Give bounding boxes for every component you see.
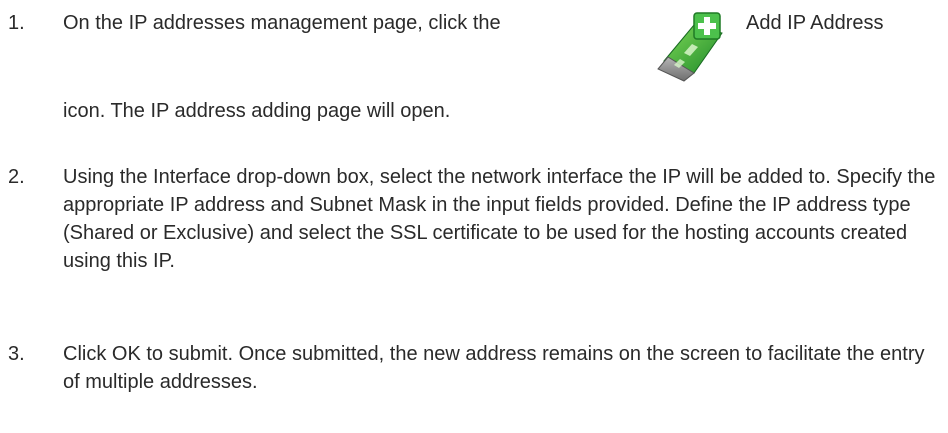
step-text: Using the Interface drop-down box, selec… <box>63 166 936 272</box>
step-number: 3. <box>8 343 25 365</box>
step-3: 3. Click OK to submit. Once submitted, t… <box>0 340 948 400</box>
step-2: 2. Using the Interface drop-down box, se… <box>0 163 948 303</box>
add-ip-address-icon <box>654 11 732 83</box>
icon-label: Add IP Address <box>746 12 884 34</box>
step-text: On the IP addresses management page, cli… <box>63 12 501 34</box>
step-text: Click OK to submit. Once submitted, the … <box>63 343 925 393</box>
step-1: 1. On the IP addresses management page, … <box>0 9 948 129</box>
step-number: 1. <box>8 12 25 34</box>
step-text-continued: icon. The IP address adding page will op… <box>63 100 451 122</box>
step-number: 2. <box>8 166 25 188</box>
